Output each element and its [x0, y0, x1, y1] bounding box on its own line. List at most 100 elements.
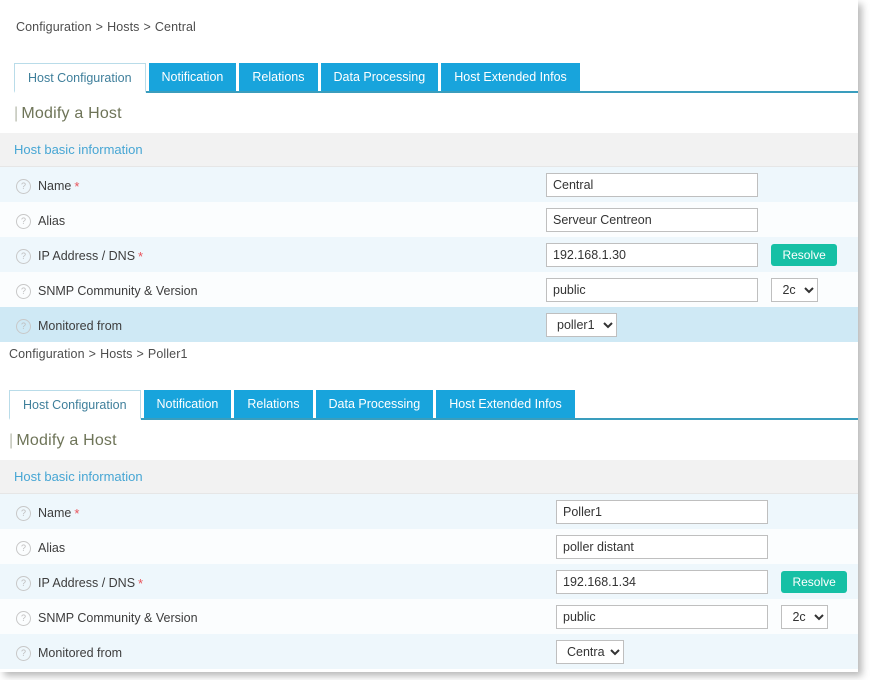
- field-label-snmp: ? SNMP Community & Version: [16, 284, 201, 299]
- tab-host-extended-infos[interactable]: Host Extended Infos: [436, 390, 575, 418]
- form-row-ip-address: ? IP Address / DNS * Resolve: [0, 237, 858, 272]
- breadcrumb-item-configuration[interactable]: Configuration: [16, 20, 92, 34]
- question-mark-icon[interactable]: ?: [16, 541, 31, 556]
- tab-bar-wrapper: Host Configuration Notification Relation…: [14, 61, 858, 93]
- page-title: |Modify a Host: [9, 420, 858, 460]
- label-text: SNMP Community & Version: [38, 611, 198, 625]
- question-mark-icon[interactable]: ?: [16, 284, 31, 299]
- field-label-snmp: ? SNMP Community & Version: [16, 611, 201, 626]
- breadcrumb-item-hosts[interactable]: Hosts: [107, 20, 139, 34]
- question-mark-icon[interactable]: ?: [16, 611, 31, 626]
- alias-input[interactable]: [556, 535, 768, 559]
- label-cell: ? Alias: [0, 529, 556, 564]
- form-row-alias: ? Alias: [0, 529, 858, 564]
- name-input[interactable]: [556, 500, 768, 524]
- snmp-community-input[interactable]: [546, 278, 758, 302]
- required-marker: *: [135, 576, 143, 591]
- snmp-version-select[interactable]: 2c: [781, 605, 828, 629]
- question-mark-icon[interactable]: ?: [16, 576, 31, 591]
- field-cell: Resolve: [556, 564, 858, 599]
- label-cell: ? SNMP Community & Version: [0, 599, 556, 634]
- field-label-monitored-from: ? Monitored from: [16, 319, 122, 334]
- tab-relations[interactable]: Relations: [234, 390, 312, 418]
- tab-host-configuration[interactable]: Host Configuration: [9, 390, 141, 420]
- breadcrumb-item-configuration[interactable]: Configuration: [9, 347, 85, 361]
- breadcrumb-item-current: Central: [155, 20, 196, 34]
- tab-notification[interactable]: Notification: [149, 63, 237, 91]
- breadcrumb: Configuration>Hosts>Central: [16, 20, 196, 34]
- section-header-host-basic-information: Host basic information: [0, 460, 858, 494]
- label-cell: ? SNMP Community & Version: [0, 272, 546, 307]
- breadcrumb-separator: >: [92, 20, 107, 34]
- tab-relations[interactable]: Relations: [239, 63, 317, 91]
- form-row-name: ? Name *: [0, 167, 858, 203]
- section-header-row: Host basic information: [0, 460, 858, 494]
- form-row-ip-address: ? IP Address / DNS * Resolve: [0, 564, 858, 599]
- host-basic-information-table: Host basic information ? Name *: [0, 460, 858, 669]
- snmp-community-input[interactable]: [556, 605, 768, 629]
- tab-notification[interactable]: Notification: [144, 390, 232, 418]
- question-mark-icon[interactable]: ?: [16, 249, 31, 264]
- label-cell: ? Name *: [0, 167, 546, 203]
- ip-address-input[interactable]: [546, 243, 758, 267]
- section-header-host-basic-information: Host basic information: [0, 133, 858, 167]
- field-label-ip-address: ? IP Address / DNS *: [16, 576, 143, 591]
- label-text: Name: [38, 506, 71, 520]
- monitored-from-select[interactable]: poller1: [546, 313, 617, 337]
- field-label-monitored-from: ? Monitored from: [16, 646, 122, 661]
- label-cell: ? IP Address / DNS *: [0, 564, 556, 599]
- field-cell: 2c: [546, 272, 858, 307]
- resolve-button[interactable]: Resolve: [771, 244, 836, 266]
- question-mark-icon[interactable]: ?: [16, 646, 31, 661]
- field-cell: Central: [556, 634, 858, 669]
- field-cell: [546, 202, 858, 237]
- field-cell: [546, 167, 858, 203]
- label-cell: ? IP Address / DNS *: [0, 237, 546, 272]
- breadcrumb: Configuration>Hosts>Poller1: [9, 347, 188, 361]
- label-text: IP Address / DNS: [38, 249, 135, 263]
- breadcrumb-separator: >: [133, 347, 148, 361]
- name-input[interactable]: [546, 173, 758, 197]
- label-text: IP Address / DNS: [38, 576, 135, 590]
- breadcrumb-item-current: Poller1: [148, 347, 188, 361]
- field-label-name: ? Name *: [16, 506, 79, 521]
- form-row-monitored-from: ? Monitored from Central: [0, 634, 858, 669]
- panel-body: |Modify a Host Host basic information ? …: [9, 420, 858, 669]
- form-row-alias: ? Alias: [0, 202, 858, 237]
- question-mark-icon[interactable]: ?: [16, 319, 31, 334]
- page-title: |Modify a Host: [14, 93, 858, 133]
- field-label-ip-address: ? IP Address / DNS *: [16, 249, 143, 264]
- tab-data-processing[interactable]: Data Processing: [316, 390, 434, 418]
- breadcrumb-item-hosts[interactable]: Hosts: [100, 347, 132, 361]
- label-text: Monitored from: [38, 319, 122, 333]
- ip-address-input[interactable]: [556, 570, 768, 594]
- required-marker: *: [71, 179, 79, 194]
- field-cell: [556, 529, 858, 564]
- tab-host-configuration[interactable]: Host Configuration: [14, 63, 146, 93]
- tab-bar: Host Configuration Notification Relation…: [14, 61, 858, 93]
- breadcrumb-separator: >: [140, 20, 155, 34]
- form-row-name: ? Name *: [0, 494, 858, 530]
- field-cell: 2c: [556, 599, 858, 634]
- monitored-from-select[interactable]: Central: [556, 640, 624, 664]
- page-title-text: Modify a Host: [16, 432, 116, 449]
- tab-bar-wrapper: Host Configuration Notification Relation…: [9, 388, 858, 420]
- tab-data-processing[interactable]: Data Processing: [321, 63, 439, 91]
- label-cell: ? Monitored from: [0, 307, 546, 342]
- tab-host-extended-infos[interactable]: Host Extended Infos: [441, 63, 580, 91]
- question-mark-icon[interactable]: ?: [16, 214, 31, 229]
- resolve-button[interactable]: Resolve: [781, 571, 846, 593]
- field-cell: poller1: [546, 307, 858, 342]
- label-text: Name: [38, 179, 71, 193]
- label-text: Monitored from: [38, 646, 122, 660]
- snmp-version-select[interactable]: 2c: [771, 278, 818, 302]
- form-row-snmp: ? SNMP Community & Version 2c: [0, 272, 858, 307]
- field-label-name: ? Name *: [16, 179, 79, 194]
- label-text: Alias: [38, 214, 65, 228]
- question-mark-icon[interactable]: ?: [16, 179, 31, 194]
- alias-input[interactable]: [546, 208, 758, 232]
- question-mark-icon[interactable]: ?: [16, 506, 31, 521]
- field-cell: Resolve: [546, 237, 858, 272]
- label-cell: ? Monitored from: [0, 634, 556, 669]
- host-basic-information-table: Host basic information ? Name *: [0, 133, 858, 342]
